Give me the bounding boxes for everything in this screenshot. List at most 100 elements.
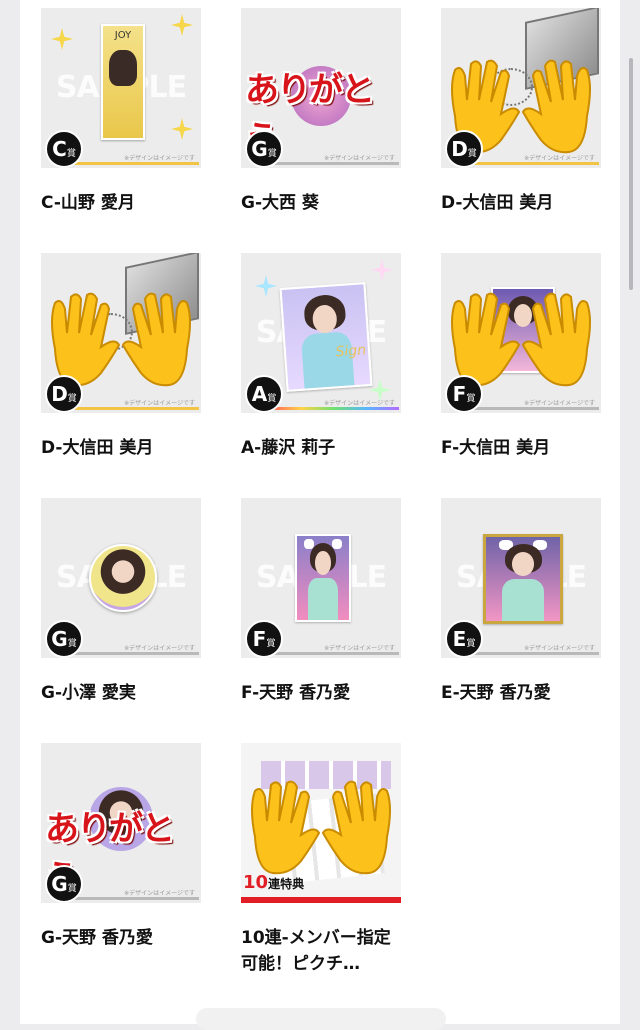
photo-bow [332,539,342,550]
waving-hands-icon [321,780,391,875]
stand-label: JOY [114,30,132,41]
rarity-bar [69,407,199,410]
grade-badge: F賞 [245,620,283,658]
prize-card[interactable]: ※デザインはイメージです D賞 D-大信田 美月 [41,253,201,461]
sparkle-icon [51,28,73,50]
prize-name: F-天野 香乃愛 [241,683,351,703]
disclaimer: ※デザインはイメージです [324,645,395,652]
grade-suffix: 賞 [267,149,277,159]
grade-letter: G [251,137,268,161]
signed-photo: Sign [279,282,373,392]
prize-thumbnail: ありがとう ※デザインはイメージです G賞 [41,743,201,903]
prize-card[interactable]: ありがとう ※デザインはイメージです G賞 G-天野 香乃愛 [41,743,201,951]
prize-thumbnail: SAMPLE ※デザインはイメージです F賞 [241,498,401,658]
home-indicator-area [196,1008,446,1030]
rarity-bar [69,162,199,165]
prize-card[interactable]: SAMPLE ※デザインはイメージです F賞 F-天野 香乃愛 [241,498,401,706]
rarity-bar [269,162,399,165]
waving-hands-icon [451,292,521,387]
prize-name: E-天野 香乃愛 [441,683,551,703]
photo-outfit [301,331,355,389]
sparkle-icon [371,259,393,281]
prize-name: G-小澤 愛実 [41,683,136,703]
prize-card[interactable]: ※デザインはイメージです F賞 F-大信田 美月 [441,253,601,461]
disclaimer: ※デザインはイメージです [524,400,595,407]
grade-suffix: 賞 [466,639,476,649]
prize-card[interactable]: SAMPLE ※デザインはイメージです G賞 G-小澤 愛実 [41,498,201,706]
prize-name: F-大信田 美月 [441,438,551,458]
grade-suffix: 賞 [466,394,476,404]
waving-hands-icon [51,292,121,387]
waving-hands-icon [521,59,591,154]
prize-card[interactable]: ※デザインはイメージです D賞 D-大信田 美月 [441,8,601,216]
rarity-bar [469,407,599,410]
grade-suffix: 賞 [67,639,77,649]
disclaimer: ※デザインはイメージです [124,890,195,897]
grade-suffix: 賞 [266,639,276,649]
prize-list: SAMPLE JOY ※デザインはイメージです C賞 C-山野 愛月 ありがとう… [20,0,620,1024]
grade-letter: F [252,627,267,651]
prize-name: G-大西 葵 [241,193,319,213]
ten-bonus-label: 10連特典 [243,872,304,893]
prize-card[interactable]: 10連特典 10連-メンバー指定可能！ピクチ… [241,743,401,977]
prize-thumbnail: SAMPLE JOY ※デザインはイメージです C賞 [41,8,201,168]
stand-photo [109,50,137,86]
prize-thumbnail: 10連特典 [241,743,401,903]
grade-badge: D賞 [445,130,483,168]
grade-suffix: 賞 [67,394,77,404]
can-badge [89,544,157,612]
grade-badge: C賞 [45,130,83,168]
grade-letter: F [452,382,467,406]
rarity-bar [269,652,399,655]
grade-badge: G賞 [45,620,83,658]
disclaimer: ※デザインはイメージです [124,400,195,407]
rarity-bar [469,162,599,165]
prize-name: A-藤沢 莉子 [241,438,336,458]
sparkle-icon [171,14,193,36]
disclaimer: ※デザインはイメージです [324,400,395,407]
prize-name: 10連-メンバー指定可能！ピクチ… [241,928,391,974]
disclaimer: ※デザインはイメージです [524,645,595,652]
photo-outfit [308,578,338,620]
ten-bonus-bar [241,897,401,903]
grade-letter: D [451,137,468,161]
grade-letter: G [51,627,68,651]
disclaimer: ※デザインはイメージです [324,155,395,162]
prize-card[interactable]: SAMPLE ※デザインはイメージです E賞 E-天野 香乃愛 [441,498,601,706]
disclaimer: ※デザインはイメージです [124,155,195,162]
photo-face [315,551,331,575]
grade-suffix: 賞 [267,394,277,404]
grade-badge: F賞 [445,375,483,413]
prize-card[interactable]: SAMPLE JOY ※デザインはイメージです C賞 C-山野 愛月 [41,8,201,216]
member-photo [295,534,351,622]
prize-card[interactable]: SAMPLE Sign ※デザインはイメージです A賞 A-藤沢 莉子 [241,253,401,461]
rarity-bar [269,407,399,410]
grade-letter: C [52,137,67,161]
disclaimer: ※デザインはイメージです [524,155,595,162]
disclaimer: ※デザインはイメージです [124,645,195,652]
grade-suffix: 賞 [66,149,76,159]
waving-hands-icon [121,292,191,387]
prize-thumbnail: ありがとう ※デザインはイメージです G賞 [241,8,401,168]
prize-card[interactable]: ありがとう ※デザインはイメージです G賞 G-大西 葵 [241,8,401,216]
prize-thumbnail: SAMPLE ※デザインはイメージです G賞 [41,498,201,658]
grade-badge: E賞 [445,620,483,658]
prize-name: D-大信田 美月 [41,438,154,458]
rarity-bar [69,652,199,655]
photo-outfit [502,579,544,621]
grade-letter: A [251,382,268,406]
scrollbar[interactable] [629,58,633,290]
photo-face [511,552,535,576]
grade-suffix: 賞 [67,884,77,894]
grade-letter: G [51,872,68,896]
grade-suffix: 賞 [467,149,477,159]
prize-name: G-天野 香乃愛 [41,928,153,948]
ten-bonus-number: 10 [243,872,269,893]
prize-thumbnail: ※デザインはイメージです F賞 [441,253,601,413]
signature: Sign [334,342,367,361]
prize-name: D-大信田 美月 [441,193,554,213]
prize-thumbnail: SAMPLE Sign ※デザインはイメージです A賞 [241,253,401,413]
sparkle-icon [171,118,193,140]
grade-letter: E [452,627,467,651]
waving-hands-icon [251,780,321,875]
